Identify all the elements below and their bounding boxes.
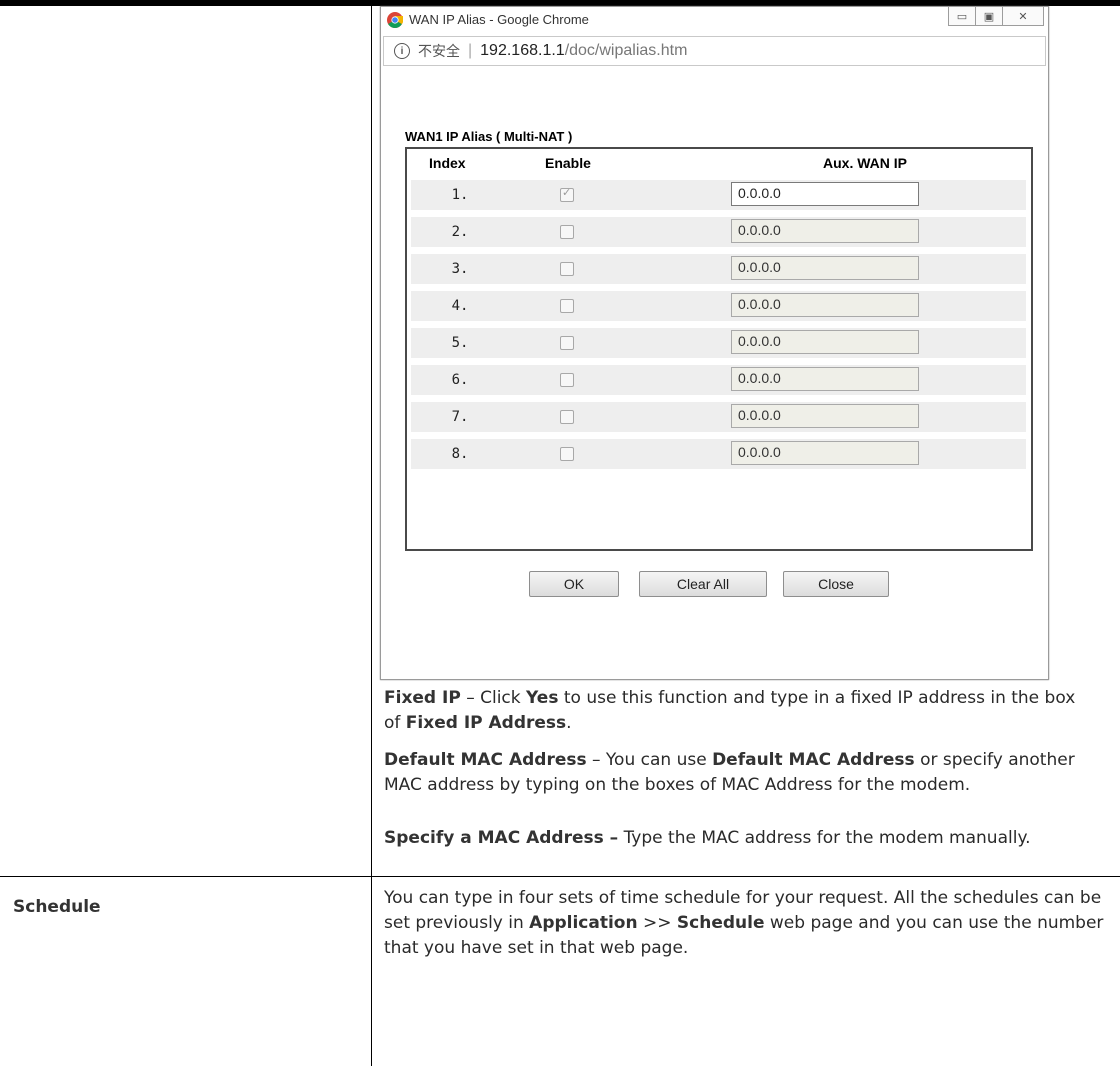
fixed-ip-term: Fixed IP xyxy=(384,688,461,708)
schedule-schedule: Schedule xyxy=(676,913,765,933)
table-row: 6. 0.0.0.0 xyxy=(411,365,1026,395)
clear-all-button[interactable]: Clear All xyxy=(639,571,767,597)
section-title: WAN1 IP Alias ( Multi-NAT ) xyxy=(405,129,573,144)
popup-content: WAN1 IP Alias ( Multi-NAT ) Index Enable… xyxy=(383,65,1044,675)
row-enable-cell xyxy=(513,180,619,210)
aux-wan-ip-input[interactable]: 0.0.0.0 xyxy=(731,256,919,280)
table-row: 1. 0.0.0.0 xyxy=(411,180,1026,210)
fixed-ip-description: Fixed IP – Click Yes to use this functio… xyxy=(384,686,1084,736)
row-enable-cell xyxy=(513,328,619,358)
enable-checkbox[interactable] xyxy=(560,373,574,387)
row-ip-cell: 0.0.0.0 xyxy=(623,291,1026,321)
table-row: 8. 0.0.0.0 xyxy=(411,439,1026,469)
schedule-text-2: >> xyxy=(637,913,677,933)
schedule-description: You can type in four sets of time schedu… xyxy=(384,886,1104,961)
insecure-label: 不安全 xyxy=(418,43,460,59)
aux-wan-ip-input[interactable]: 0.0.0.0 xyxy=(731,367,919,391)
row-enable-cell xyxy=(513,254,619,284)
window-title: WAN IP Alias - Google Chrome xyxy=(409,12,589,27)
aux-wan-ip-input[interactable]: 0.0.0.0 xyxy=(731,441,919,465)
row-enable-cell xyxy=(513,402,619,432)
aux-wan-ip-input[interactable]: 0.0.0.0 xyxy=(731,182,919,206)
wan-ip-alias-popup-window: WAN IP Alias - Google Chrome ▭ ▣ ✕ i 不安全… xyxy=(380,6,1049,680)
enable-checkbox[interactable] xyxy=(560,225,574,239)
enable-checkbox[interactable] xyxy=(560,410,574,424)
row-index: 7. xyxy=(451,409,469,425)
header-enable: Enable xyxy=(545,155,591,171)
button-row: OK Clear All Close xyxy=(383,571,1044,599)
row-index: 2. xyxy=(451,224,469,240)
ip-alias-table: Index Enable Aux. WAN IP 1. 0.0.0.0 2. 0.0.… xyxy=(405,147,1033,551)
table-row: 3. 0.0.0.0 xyxy=(411,254,1026,284)
row-enable-cell xyxy=(513,439,619,469)
row-index: 6. xyxy=(451,372,469,388)
default-mac-term-2: Default MAC Address xyxy=(712,750,915,770)
specify-mac-description: Specify a MAC Address – Type the MAC add… xyxy=(384,826,1084,851)
specify-mac-term: Specify a MAC Address – xyxy=(384,828,619,848)
row-enable-cell xyxy=(513,291,619,321)
close-window-button[interactable]: ✕ xyxy=(1003,7,1044,26)
aux-wan-ip-input[interactable]: 0.0.0.0 xyxy=(731,293,919,317)
window-controls: ▭ ▣ ✕ xyxy=(948,7,1044,27)
row-ip-cell: 0.0.0.0 xyxy=(623,365,1026,395)
minimize-button[interactable]: ▭ xyxy=(948,7,976,26)
aux-wan-ip-input[interactable]: 0.0.0.0 xyxy=(731,330,919,354)
enable-checkbox[interactable] xyxy=(560,447,574,461)
address-separator: | xyxy=(468,42,473,59)
row-index: 4. xyxy=(451,298,469,314)
enable-checkbox[interactable] xyxy=(560,336,574,350)
header-aux-wan-ip: Aux. WAN IP xyxy=(823,155,908,171)
enable-checkbox[interactable] xyxy=(560,186,574,202)
info-icon[interactable]: i xyxy=(394,43,410,59)
window-titlebar[interactable]: WAN IP Alias - Google Chrome ▭ ▣ ✕ xyxy=(381,7,1048,33)
row-ip-cell: 0.0.0.0 xyxy=(623,217,1026,247)
enable-checkbox[interactable] xyxy=(560,299,574,313)
row-ip-cell: 0.0.0.0 xyxy=(623,402,1026,432)
table-column-divider xyxy=(371,6,372,1066)
fixed-ip-yes: Yes xyxy=(526,688,559,708)
fixed-ip-text-1: – Click xyxy=(460,688,527,708)
table-row: 5. 0.0.0.0 xyxy=(411,328,1026,358)
row-index: 3. xyxy=(451,261,469,277)
chrome-icon xyxy=(387,12,403,28)
row-ip-cell: 0.0.0.0 xyxy=(623,439,1026,469)
url-host: 192.168.1.1 xyxy=(480,42,565,59)
default-mac-term: Default MAC Address xyxy=(384,750,587,770)
row-ip-cell: 0.0.0.0 xyxy=(623,180,1026,210)
maximize-button[interactable]: ▣ xyxy=(976,7,1003,26)
table-header: Index Enable Aux. WAN IP xyxy=(407,149,1031,179)
enable-checkbox[interactable] xyxy=(560,262,574,276)
aux-wan-ip-input[interactable]: 0.0.0.0 xyxy=(731,219,919,243)
default-mac-description: Default MAC Address – You can use Defaul… xyxy=(384,748,1084,798)
url-path: /doc/wipalias.htm xyxy=(564,42,688,59)
fixed-ip-field: Fixed IP Address xyxy=(405,713,567,733)
row-enable-cell xyxy=(513,217,619,247)
table-row: 7. 0.0.0.0 xyxy=(411,402,1026,432)
specify-mac-text: Type the MAC address for the modem manua… xyxy=(618,828,1031,848)
table-row: 4. 0.0.0.0 xyxy=(411,291,1026,321)
default-mac-text-1: – You can use xyxy=(586,750,713,770)
schedule-application: Application xyxy=(529,913,638,933)
row-index: 1. xyxy=(451,187,469,203)
aux-wan-ip-input[interactable]: 0.0.0.0 xyxy=(731,404,919,428)
schedule-label: Schedule xyxy=(13,897,101,917)
row-ip-cell: 0.0.0.0 xyxy=(623,254,1026,284)
row-enable-cell xyxy=(513,365,619,395)
row-index: 5. xyxy=(451,335,469,351)
table-row-divider xyxy=(0,876,1120,877)
ok-button[interactable]: OK xyxy=(529,571,619,597)
close-button[interactable]: Close xyxy=(783,571,889,597)
fixed-ip-text-3: . xyxy=(566,713,572,733)
row-ip-cell: 0.0.0.0 xyxy=(623,328,1026,358)
address-bar[interactable]: i 不安全 | 192.168.1.1/doc/wipalias.htm xyxy=(383,36,1046,66)
row-index: 8. xyxy=(451,446,469,462)
header-index: Index xyxy=(429,155,466,171)
table-row: 2. 0.0.0.0 xyxy=(411,217,1026,247)
